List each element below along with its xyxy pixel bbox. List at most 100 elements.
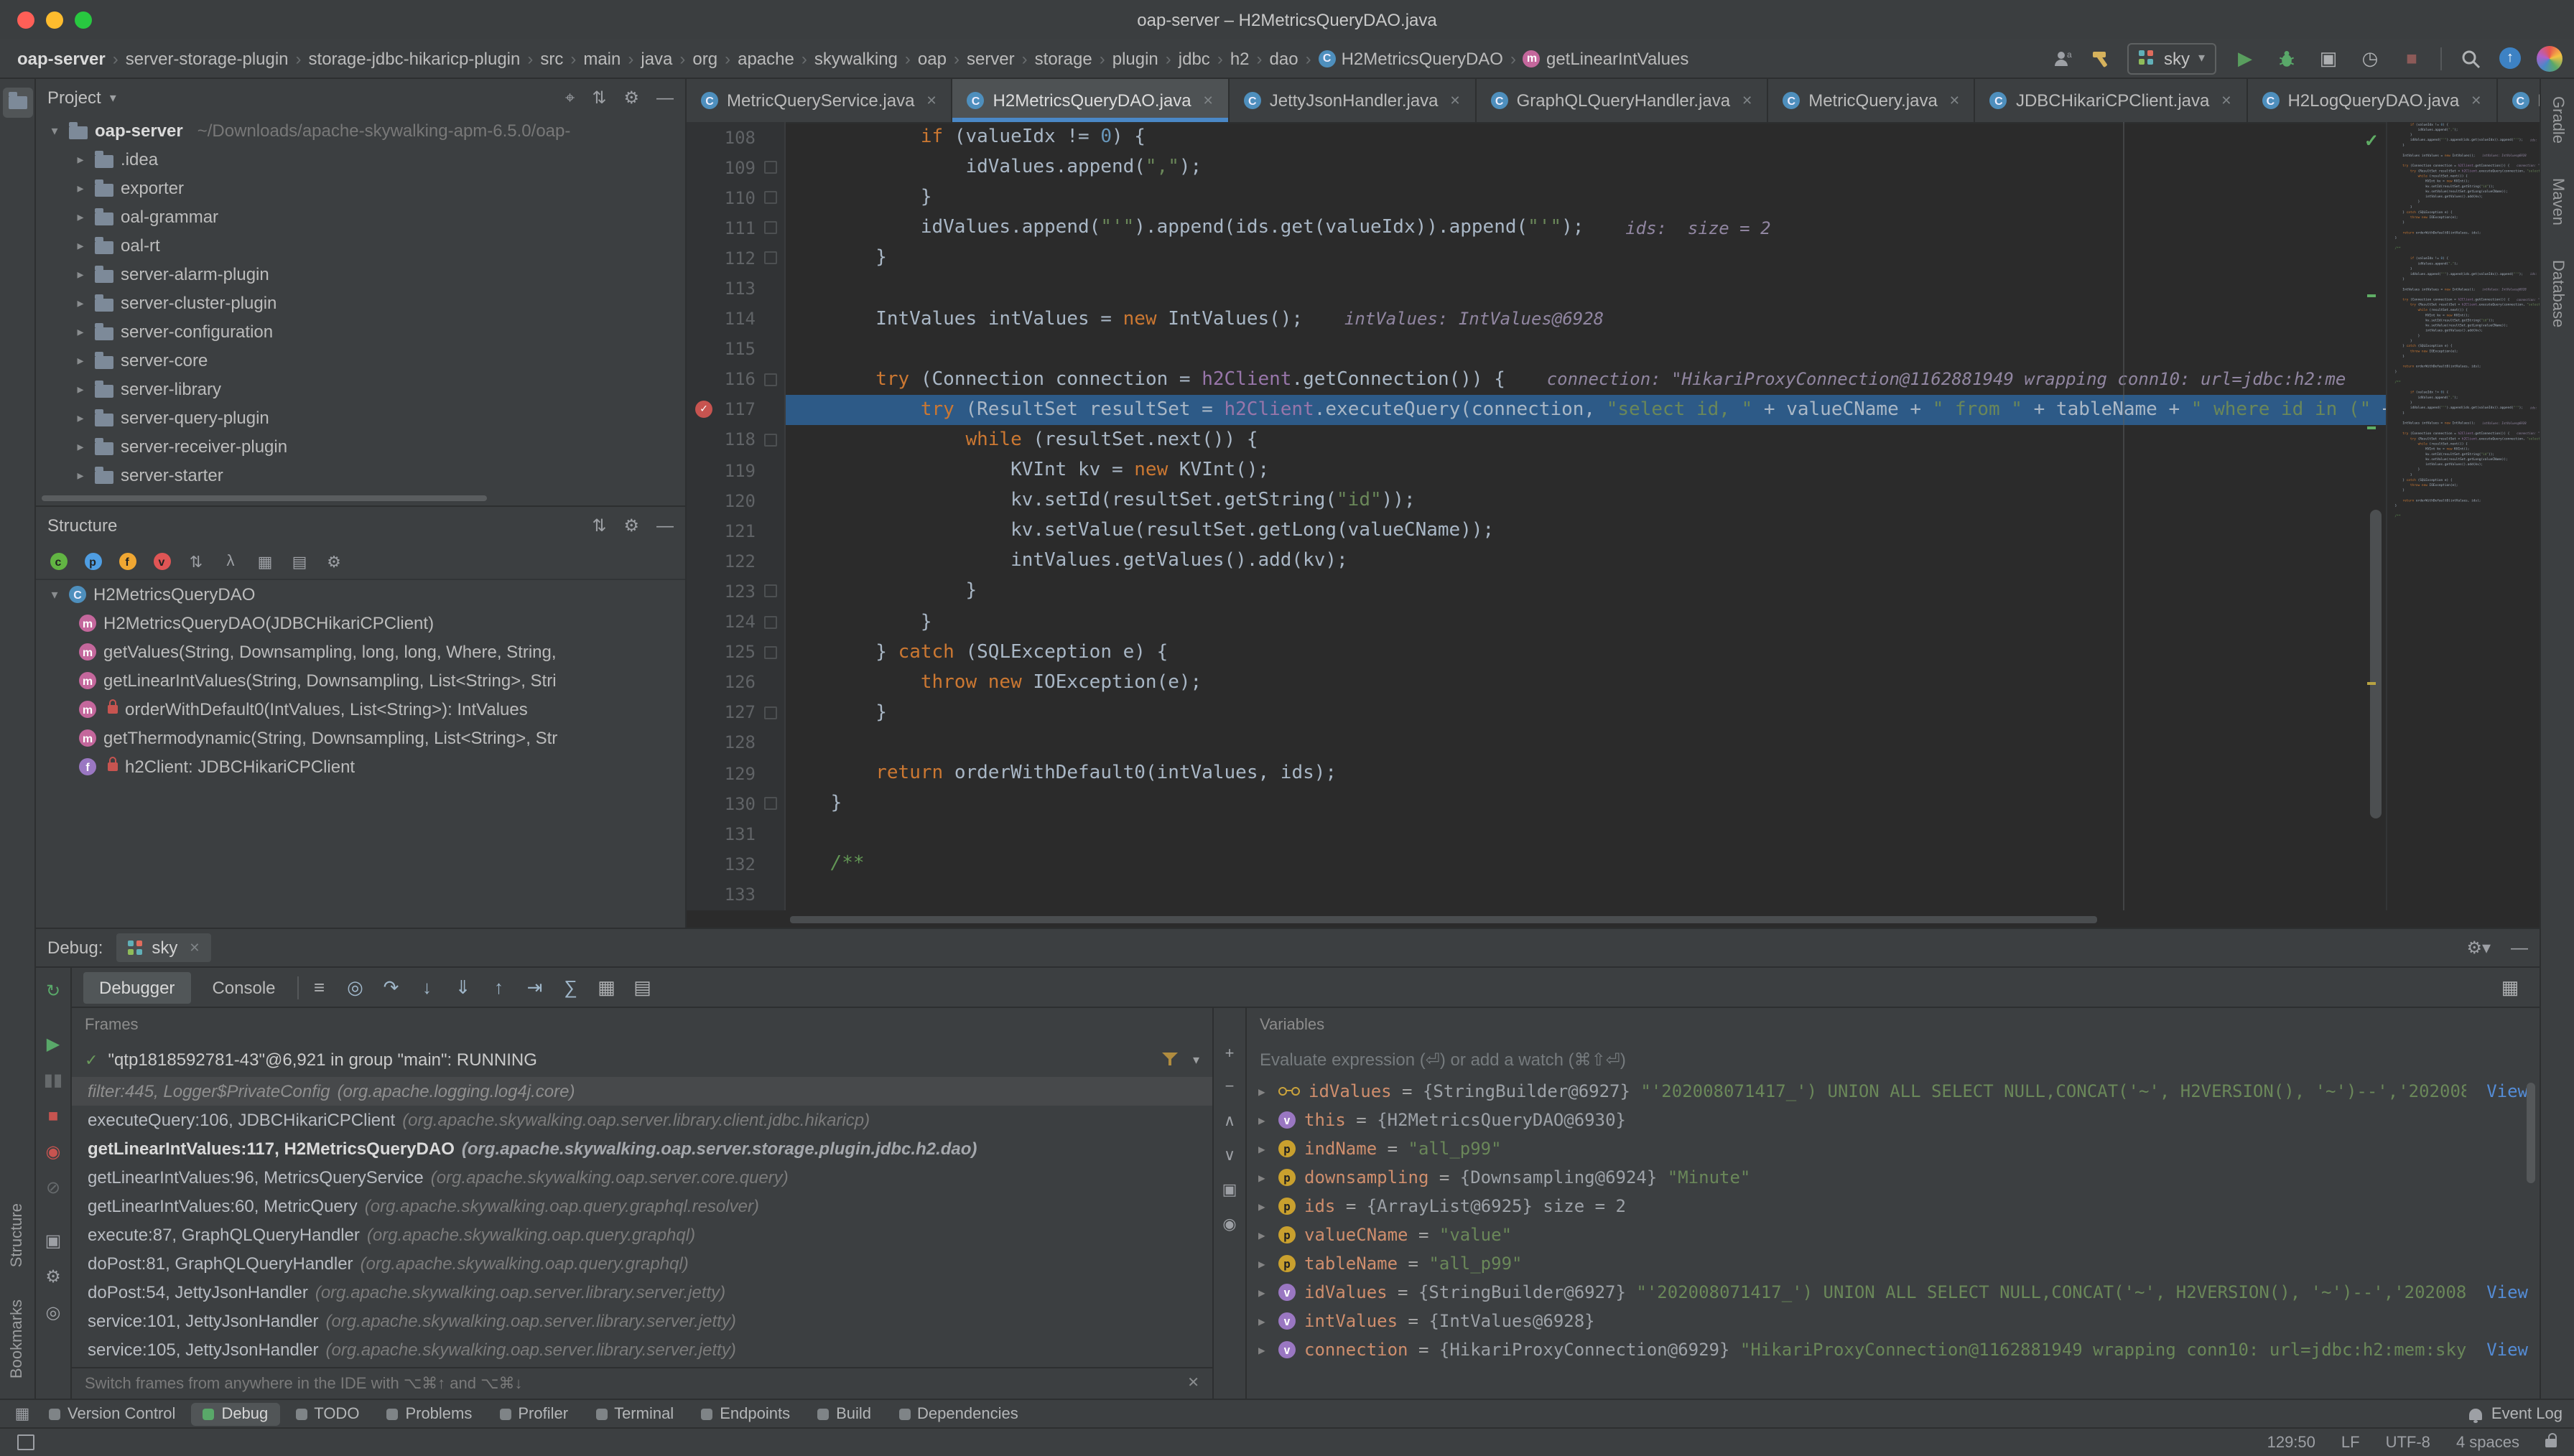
- breadcrumb-item[interactable]: server: [967, 48, 1015, 68]
- code-line[interactable]: }: [786, 698, 2540, 728]
- hide-panel-icon[interactable]: —: [656, 87, 674, 108]
- gutter-line[interactable]: 127: [687, 698, 784, 728]
- event-log-button[interactable]: Event Log: [2470, 1405, 2563, 1422]
- gutter-line[interactable]: 130: [687, 788, 784, 818]
- gutter-line[interactable]: 117✓: [687, 395, 784, 425]
- code-line[interactable]: /**: [786, 849, 2540, 879]
- project-tree-item[interactable]: ▸server-receiver-plugin: [36, 432, 685, 461]
- code-line[interactable]: try (ResultSet resultSet = h2Client.exec…: [786, 395, 2540, 425]
- toolwindow-button-dependencies[interactable]: Dependencies: [887, 1402, 1030, 1425]
- gutter-line[interactable]: 111: [687, 213, 784, 243]
- debug-session-tab[interactable]: sky ✕: [116, 933, 211, 962]
- breadcrumb-item[interactable]: plugin: [1112, 48, 1158, 68]
- breadcrumb-item[interactable]: server-storage-plugin: [126, 48, 289, 68]
- fold-marker-icon[interactable]: [764, 645, 777, 658]
- expand-chevron-icon[interactable]: ▶: [1258, 1142, 1270, 1155]
- show-execution-point-icon[interactable]: ◎: [340, 973, 371, 1002]
- fold-marker-icon[interactable]: [764, 222, 777, 235]
- thread-dump-icon[interactable]: ▣: [42, 1229, 65, 1252]
- gutter-line[interactable]: 125: [687, 637, 784, 667]
- frame-row[interactable]: getLinearIntValues:96, MetricsQueryServi…: [72, 1163, 1212, 1192]
- property-filter-icon[interactable]: v: [151, 551, 172, 572]
- collapse-all-icon[interactable]: ⇅: [592, 87, 606, 108]
- chevron-down-icon[interactable]: ▾: [110, 90, 116, 106]
- step-into-icon[interactable]: ↓: [412, 973, 442, 1002]
- toolwindow-button-terminal[interactable]: Terminal: [584, 1402, 685, 1425]
- remove-watch-icon[interactable]: −: [1225, 1078, 1235, 1096]
- chevron-collapsed-icon[interactable]: ▸: [73, 295, 88, 311]
- chevron-collapsed-icon[interactable]: ▸: [73, 381, 88, 397]
- close-tab-icon[interactable]: ✕: [2221, 93, 2231, 108]
- gutter-line[interactable]: 113: [687, 274, 784, 304]
- project-tree-item[interactable]: ▸oal-rt: [36, 231, 685, 260]
- code-line[interactable]: return orderWithDefault0(intValues, ids)…: [786, 758, 2540, 788]
- variable-row[interactable]: ▶ptableName = "all_p99": [1247, 1249, 2540, 1278]
- editor-tab[interactable]: CGraphQLQueryHandler.java✕: [1477, 79, 1769, 122]
- settings-icon[interactable]: ⚙: [623, 87, 639, 108]
- code-line[interactable]: KVInt kv = new KVInt();: [786, 455, 2540, 485]
- minimize-window-button[interactable]: [46, 11, 63, 28]
- debugger-tab-debugger[interactable]: Debugger: [83, 971, 190, 1003]
- chevron-expanded-icon[interactable]: ▾: [47, 587, 62, 602]
- project-tree-item[interactable]: ▸server-alarm-plugin: [36, 260, 685, 289]
- expand-chevron-icon[interactable]: ▶: [1258, 1171, 1270, 1184]
- inspection-ok-icon[interactable]: ✓: [2364, 131, 2379, 151]
- code-line[interactable]: [786, 879, 2540, 910]
- class-filter-icon[interactable]: f: [116, 551, 138, 572]
- expand-chevron-icon[interactable]: ▶: [1258, 1085, 1270, 1098]
- tool-stripe-project[interactable]: [2, 88, 32, 118]
- gutter-line[interactable]: 124: [687, 607, 784, 637]
- restore-layout-icon[interactable]: ▦: [2495, 973, 2525, 1002]
- expand-chevron-icon[interactable]: ▶: [1258, 1343, 1270, 1356]
- fold-marker-icon[interactable]: [764, 161, 777, 174]
- code-line[interactable]: }: [786, 577, 2540, 607]
- gutter-line[interactable]: 120: [687, 485, 784, 515]
- chevron-collapsed-icon[interactable]: ▸: [73, 180, 88, 196]
- layout-icon[interactable]: ≡: [305, 973, 335, 1002]
- fold-marker-icon[interactable]: [764, 373, 777, 386]
- editor-tab[interactable]: CMetricQuery.java✕: [1768, 79, 1976, 122]
- variable-row[interactable]: ▶vconnection = {HikariProxyConnection@69…: [1247, 1335, 2540, 1364]
- code-line[interactable]: IntValues intValues = new IntValues(); i…: [786, 304, 2540, 334]
- expand-chevron-icon[interactable]: ▶: [1258, 1114, 1270, 1126]
- editor-tab[interactable]: CH2LogQueryDAO.java✕: [2247, 79, 2497, 122]
- gutter-line[interactable]: 132: [687, 849, 784, 879]
- chevron-collapsed-icon[interactable]: ▸: [73, 324, 88, 340]
- gutter-line[interactable]: 128: [687, 728, 784, 758]
- frame-row[interactable]: execute:87, GraphQLQueryHandler(org.apac…: [72, 1221, 1212, 1249]
- tool-stripe-maven[interactable]: Maven: [2549, 178, 2566, 225]
- gutter-line[interactable]: 108: [687, 122, 784, 152]
- structure-item[interactable]: morderWithDefault0(IntValues, List<Strin…: [36, 695, 685, 724]
- code-line[interactable]: throw new IOException(e);: [786, 667, 2540, 697]
- close-window-button[interactable]: [17, 11, 34, 28]
- breadcrumb-item[interactable]: jdbc: [1179, 48, 1210, 68]
- tool-stripe-gradle[interactable]: Gradle: [2549, 96, 2566, 144]
- tool-stripe-database[interactable]: Database: [2549, 260, 2566, 327]
- variable-row[interactable]: ▶vintValues = {IntValues@6928}: [1247, 1307, 2540, 1335]
- structure-item[interactable]: mgetThermodynamic(String, Downsampling, …: [36, 724, 685, 752]
- close-tab-icon[interactable]: ✕: [2471, 93, 2481, 108]
- toolwindow-button-profiler[interactable]: Profiler: [488, 1402, 580, 1425]
- view-options-icon[interactable]: ▤: [628, 973, 658, 1002]
- collapse-icon[interactable]: ⚙: [323, 551, 345, 572]
- step-over-icon[interactable]: ↷: [376, 973, 406, 1002]
- breadcrumb-item[interactable]: mgetLinearIntValues: [1523, 48, 1688, 68]
- close-tab-icon[interactable]: ✕: [1742, 93, 1752, 108]
- build-hammer-icon[interactable]: [2092, 48, 2112, 68]
- editor-tab[interactable]: CJDBCHikariCPClient.java✕: [1976, 79, 2248, 122]
- code-line[interactable]: }: [786, 243, 2540, 274]
- breadcrumb-item[interactable]: dao: [1270, 48, 1298, 68]
- variable-row[interactable]: ▶pvalueCName = "value": [1247, 1221, 2540, 1249]
- gutter-line[interactable]: 133: [687, 879, 784, 910]
- tool-stripe-bookmarks[interactable]: Bookmarks: [9, 1299, 26, 1378]
- editor-tab[interactable]: CH2MetricsQueryDAO.java✕: [953, 79, 1230, 122]
- frame-row[interactable]: getLinearIntValues:117, H2MetricsQueryDA…: [72, 1134, 1212, 1163]
- chevron-collapsed-icon[interactable]: ▸: [73, 151, 88, 167]
- breadcrumb-item[interactable]: storage: [1035, 48, 1092, 68]
- chevron-collapsed-icon[interactable]: ▸: [73, 410, 88, 426]
- fold-marker-icon[interactable]: [764, 252, 777, 265]
- expand-chevron-icon[interactable]: ▶: [1258, 1315, 1270, 1327]
- code-line[interactable]: [786, 274, 2540, 304]
- code-line[interactable]: intValues.getValues().add(kv);: [786, 546, 2540, 577]
- avatar[interactable]: [2537, 45, 2563, 71]
